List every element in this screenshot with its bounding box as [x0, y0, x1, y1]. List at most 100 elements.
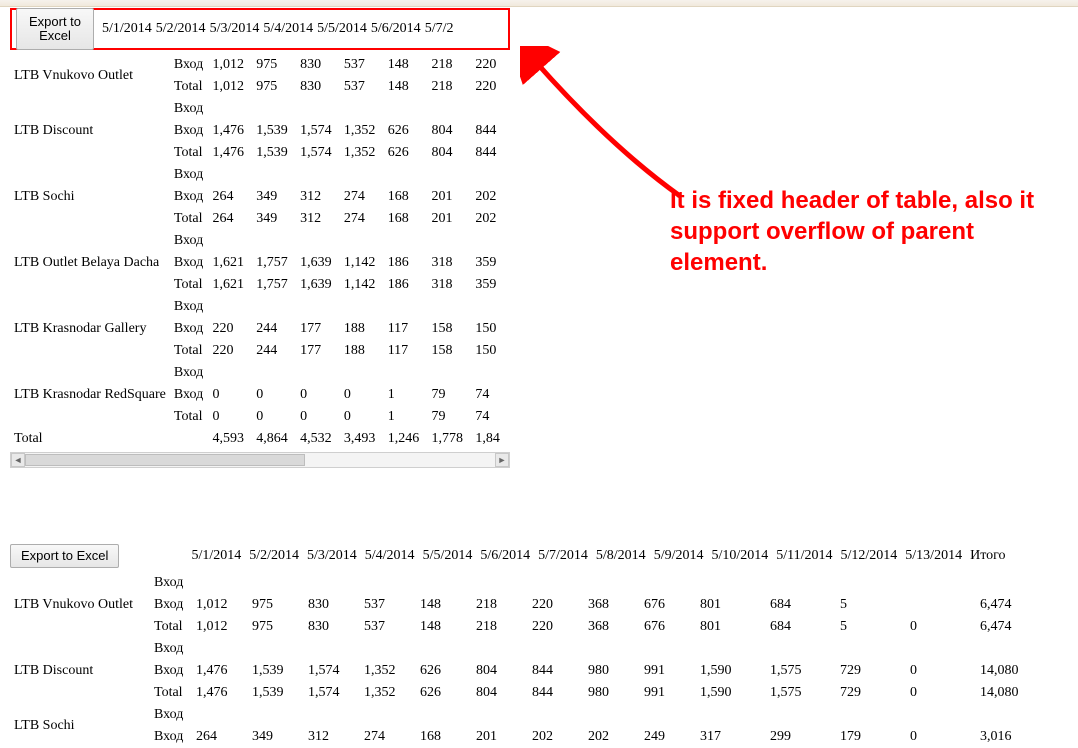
value-cell [640, 572, 696, 594]
value-cell: 117 [384, 318, 428, 340]
value-cell: 5 [836, 594, 906, 616]
row-kind-cell: Вход [170, 362, 209, 384]
value-cell: 537 [340, 54, 384, 76]
value-cell: 980 [584, 682, 640, 704]
table-row: LTB SochiВход [10, 164, 510, 186]
value-cell [340, 230, 384, 252]
value-cell [976, 572, 1032, 594]
value-cell: 830 [304, 594, 360, 616]
table-row: Total1,012975830537148218220368676801684… [10, 616, 1032, 638]
scroll-thumb[interactable] [25, 454, 305, 466]
horizontal-scrollbar[interactable]: ◄ ► [10, 452, 510, 468]
table-row: Вход264349312274168201202202249317299179… [10, 726, 1032, 748]
value-cell: 4,864 [252, 428, 296, 450]
value-cell: 202 [471, 208, 510, 230]
value-cell: 312 [296, 186, 340, 208]
value-cell: 1,590 [696, 660, 766, 682]
scroll-left-arrow[interactable]: ◄ [11, 453, 25, 467]
value-cell: 74 [471, 384, 510, 406]
value-cell [584, 638, 640, 660]
value-cell: 1,539 [248, 682, 304, 704]
export-button-2[interactable]: Export to Excel [10, 544, 119, 568]
value-cell: 844 [471, 142, 510, 164]
value-cell: 117 [384, 340, 428, 362]
value-cell: 975 [252, 76, 296, 98]
value-cell: 186 [384, 252, 428, 274]
date-header-cell: 5/5/2014 [419, 548, 477, 564]
date-header-cell: 5/8/2014 [592, 548, 650, 564]
value-cell [428, 230, 472, 252]
value-cell [640, 704, 696, 726]
value-cell [472, 638, 528, 660]
value-cell: 980 [584, 660, 640, 682]
value-cell [428, 296, 472, 318]
value-cell: 1,574 [296, 142, 340, 164]
value-cell [340, 362, 384, 384]
value-cell: 1,352 [360, 682, 416, 704]
value-cell: 186 [384, 274, 428, 296]
value-cell: 991 [640, 660, 696, 682]
value-cell: 220 [471, 76, 510, 98]
row-kind-cell: Вход [170, 186, 209, 208]
value-cell [906, 704, 976, 726]
app-toolbar [0, 0, 1078, 7]
value-cell [836, 704, 906, 726]
value-cell [192, 638, 248, 660]
value-cell: 312 [296, 208, 340, 230]
table-row: Total1,4761,5391,5741,352626804844980991… [10, 682, 1032, 704]
value-cell: 368 [584, 616, 640, 638]
value-cell [248, 638, 304, 660]
value-cell: 1,142 [340, 252, 384, 274]
value-cell: 975 [252, 54, 296, 76]
value-cell: 0 [252, 406, 296, 428]
value-cell: 1,84 [471, 428, 510, 450]
value-cell: 220 [471, 54, 510, 76]
value-cell [584, 572, 640, 594]
value-cell [360, 638, 416, 660]
value-cell: 830 [304, 616, 360, 638]
row-name-cell: LTB Sochi [10, 704, 150, 748]
table-row: LTB SochiВход [10, 704, 1032, 726]
value-cell: 626 [384, 142, 428, 164]
value-cell: 1,778 [428, 428, 472, 450]
value-cell [360, 704, 416, 726]
value-cell [304, 704, 360, 726]
value-cell: 975 [248, 594, 304, 616]
row-name-cell: LTB Krasnodar Gallery [10, 296, 170, 362]
value-cell: 218 [428, 54, 472, 76]
value-cell [340, 296, 384, 318]
value-cell: 1,757 [252, 252, 296, 274]
row-kind-cell: Вход [170, 230, 209, 252]
value-cell: 1,539 [252, 142, 296, 164]
value-cell: 168 [384, 208, 428, 230]
row-name-cell: LTB Krasnodar RedSquare [10, 362, 170, 428]
value-cell: 202 [471, 186, 510, 208]
value-cell [248, 704, 304, 726]
export-button[interactable]: Export toExcel [16, 8, 94, 51]
value-cell: 148 [416, 616, 472, 638]
scroll-right-arrow[interactable]: ► [495, 453, 509, 467]
value-cell: 0 [252, 384, 296, 406]
annotation-text: It is fixed header of table, also it sup… [670, 185, 1060, 279]
row-kind-cell: Total [150, 682, 192, 704]
value-cell: 729 [836, 660, 906, 682]
date-header-cell: 5/6/2014 [476, 548, 534, 564]
data-grid-1: LTB Vnukovo OutletВход1,0129758305371482… [10, 54, 510, 450]
row-name-cell: LTB Discount [10, 638, 150, 704]
data-grid-2: LTB Vnukovo OutletВходВход1,012975830537… [10, 572, 1032, 748]
row-kind-cell: Вход [150, 704, 192, 726]
value-cell: 188 [340, 318, 384, 340]
value-cell [252, 164, 296, 186]
row-kind-cell: Total [150, 616, 192, 638]
date-header-row-2: 5/1/20145/2/20145/3/20145/4/20145/5/2014… [187, 548, 1009, 564]
value-cell: 218 [472, 594, 528, 616]
value-cell: 249 [640, 726, 696, 748]
value-cell [384, 230, 428, 252]
value-cell: 274 [340, 208, 384, 230]
table-row: LTB DiscountВход [10, 638, 1032, 660]
value-cell: 312 [304, 726, 360, 748]
row-kind-cell: Вход [170, 384, 209, 406]
value-cell: 1,476 [208, 142, 252, 164]
value-cell: 359 [471, 252, 510, 274]
value-cell: 0 [906, 726, 976, 748]
